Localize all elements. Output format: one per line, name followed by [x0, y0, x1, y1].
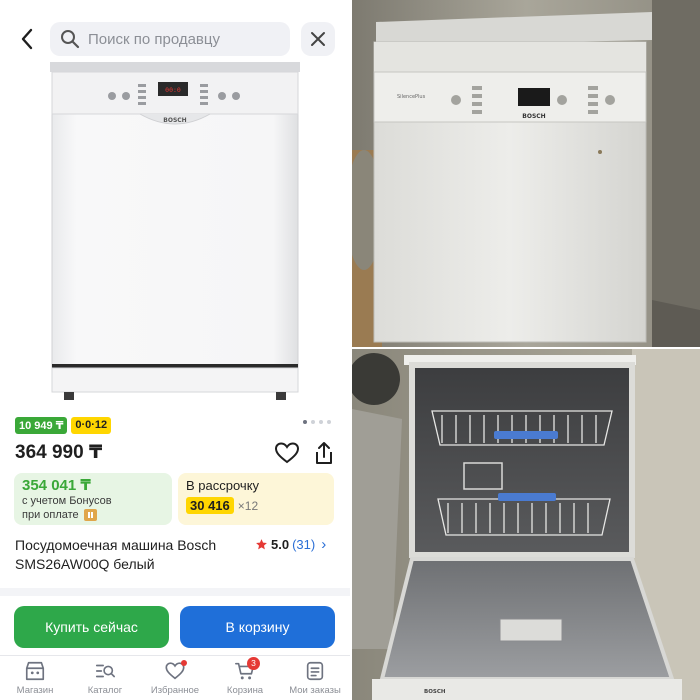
nav-label-cart: Корзина: [226, 685, 264, 696]
bonus-note-line1: с учетом Бонусов: [22, 495, 112, 507]
installment-plan-badge: 0·0·12: [71, 417, 112, 434]
nav-item-favorites[interactable]: Избранное: [140, 656, 210, 700]
series-label: SilencePlus: [397, 94, 426, 100]
bottom-nav: Магазин Каталог Избранное 3 Корзина Мои …: [0, 655, 350, 700]
divider: [0, 588, 350, 596]
bonus-note-line2: при оплате: [22, 509, 79, 521]
close-button[interactable]: [301, 22, 335, 56]
chevron-right-icon: ›: [321, 536, 327, 553]
rating-count: (31): [292, 537, 316, 552]
photo-brand-logo: BOSCH: [522, 113, 545, 120]
svg-text:00:0: 00:0: [165, 86, 181, 94]
store-icon: [25, 661, 45, 681]
installment-card[interactable]: В рассрочку 30 416 ×12: [178, 473, 334, 525]
heart-icon[interactable]: [274, 441, 300, 465]
rating-link[interactable]: 5.0 (31) ›: [255, 536, 326, 553]
nav-label-store: Магазин: [16, 685, 54, 696]
back-button[interactable]: [12, 24, 42, 54]
top-bar: [0, 18, 350, 62]
installment-row: 30 416 ×12: [186, 497, 326, 514]
photo-closed-dishwasher: SilencePlus BOSCH: [352, 0, 700, 347]
cart-count-badge: 3: [247, 657, 260, 670]
search-input[interactable]: [88, 30, 268, 48]
search-box[interactable]: [50, 22, 290, 56]
installment-title: В рассрочку: [186, 478, 260, 493]
star-icon: [256, 539, 267, 550]
carousel-dot: [327, 420, 331, 424]
carousel-dot-active: [303, 420, 307, 424]
nav-label-catalog: Каталог: [87, 685, 123, 696]
product-title: Посудомоечная машина Bosch SMS26AW00Q бе…: [15, 537, 217, 572]
carousel-dots: [303, 420, 331, 424]
chevron-left-icon: [21, 28, 33, 50]
bonus-price: 354 041 ₸: [22, 477, 91, 494]
promo-badges: 10 949 ₸ 0·0·12: [15, 417, 112, 434]
carousel-dot: [319, 420, 323, 424]
notification-dot: [181, 660, 187, 666]
add-to-cart-button[interactable]: В корзину: [180, 606, 335, 648]
search-icon: [61, 30, 80, 49]
carousel-dot: [311, 420, 315, 424]
product-price: 364 990 ₸: [15, 442, 103, 463]
photo-open-dishwasher: BOSCH: [352, 349, 700, 700]
bonus-price-card[interactable]: 354 041 ₸ с учетом Бонусов при оплате: [14, 473, 172, 525]
nav-item-orders[interactable]: Мои заказы: [280, 656, 350, 700]
brand-logo: BOSCH: [163, 117, 186, 124]
nav-item-store[interactable]: Магазин: [0, 656, 70, 700]
bonus-note-line2-wrap: при оплате: [22, 508, 164, 522]
buy-now-button[interactable]: Купить сейчас: [14, 606, 169, 648]
installment-amount: 30 416: [186, 497, 234, 514]
close-icon: [311, 32, 325, 46]
gift-icon: [83, 509, 97, 522]
nav-label-favorites: Избранное: [150, 685, 200, 696]
rating-score: 5.0: [271, 537, 290, 552]
product-page: 00:0 BOSCH 10 949 ₸ 0·0·12 364 990 ₸ 354…: [0, 0, 350, 700]
installment-months: ×12: [237, 498, 259, 513]
nav-label-orders: Мои заказы: [289, 685, 341, 696]
nav-item-catalog[interactable]: Каталог: [70, 656, 140, 700]
share-icon[interactable]: [312, 440, 336, 466]
nav-item-cart[interactable]: 3 Корзина: [210, 656, 280, 700]
installment-price-badge: 10 949 ₸: [15, 417, 68, 434]
product-image[interactable]: 00:0 BOSCH: [40, 58, 310, 410]
catalog-search-icon: [95, 664, 115, 678]
orders-icon: [306, 661, 324, 681]
door-brand-logo: BOSCH: [424, 689, 446, 695]
